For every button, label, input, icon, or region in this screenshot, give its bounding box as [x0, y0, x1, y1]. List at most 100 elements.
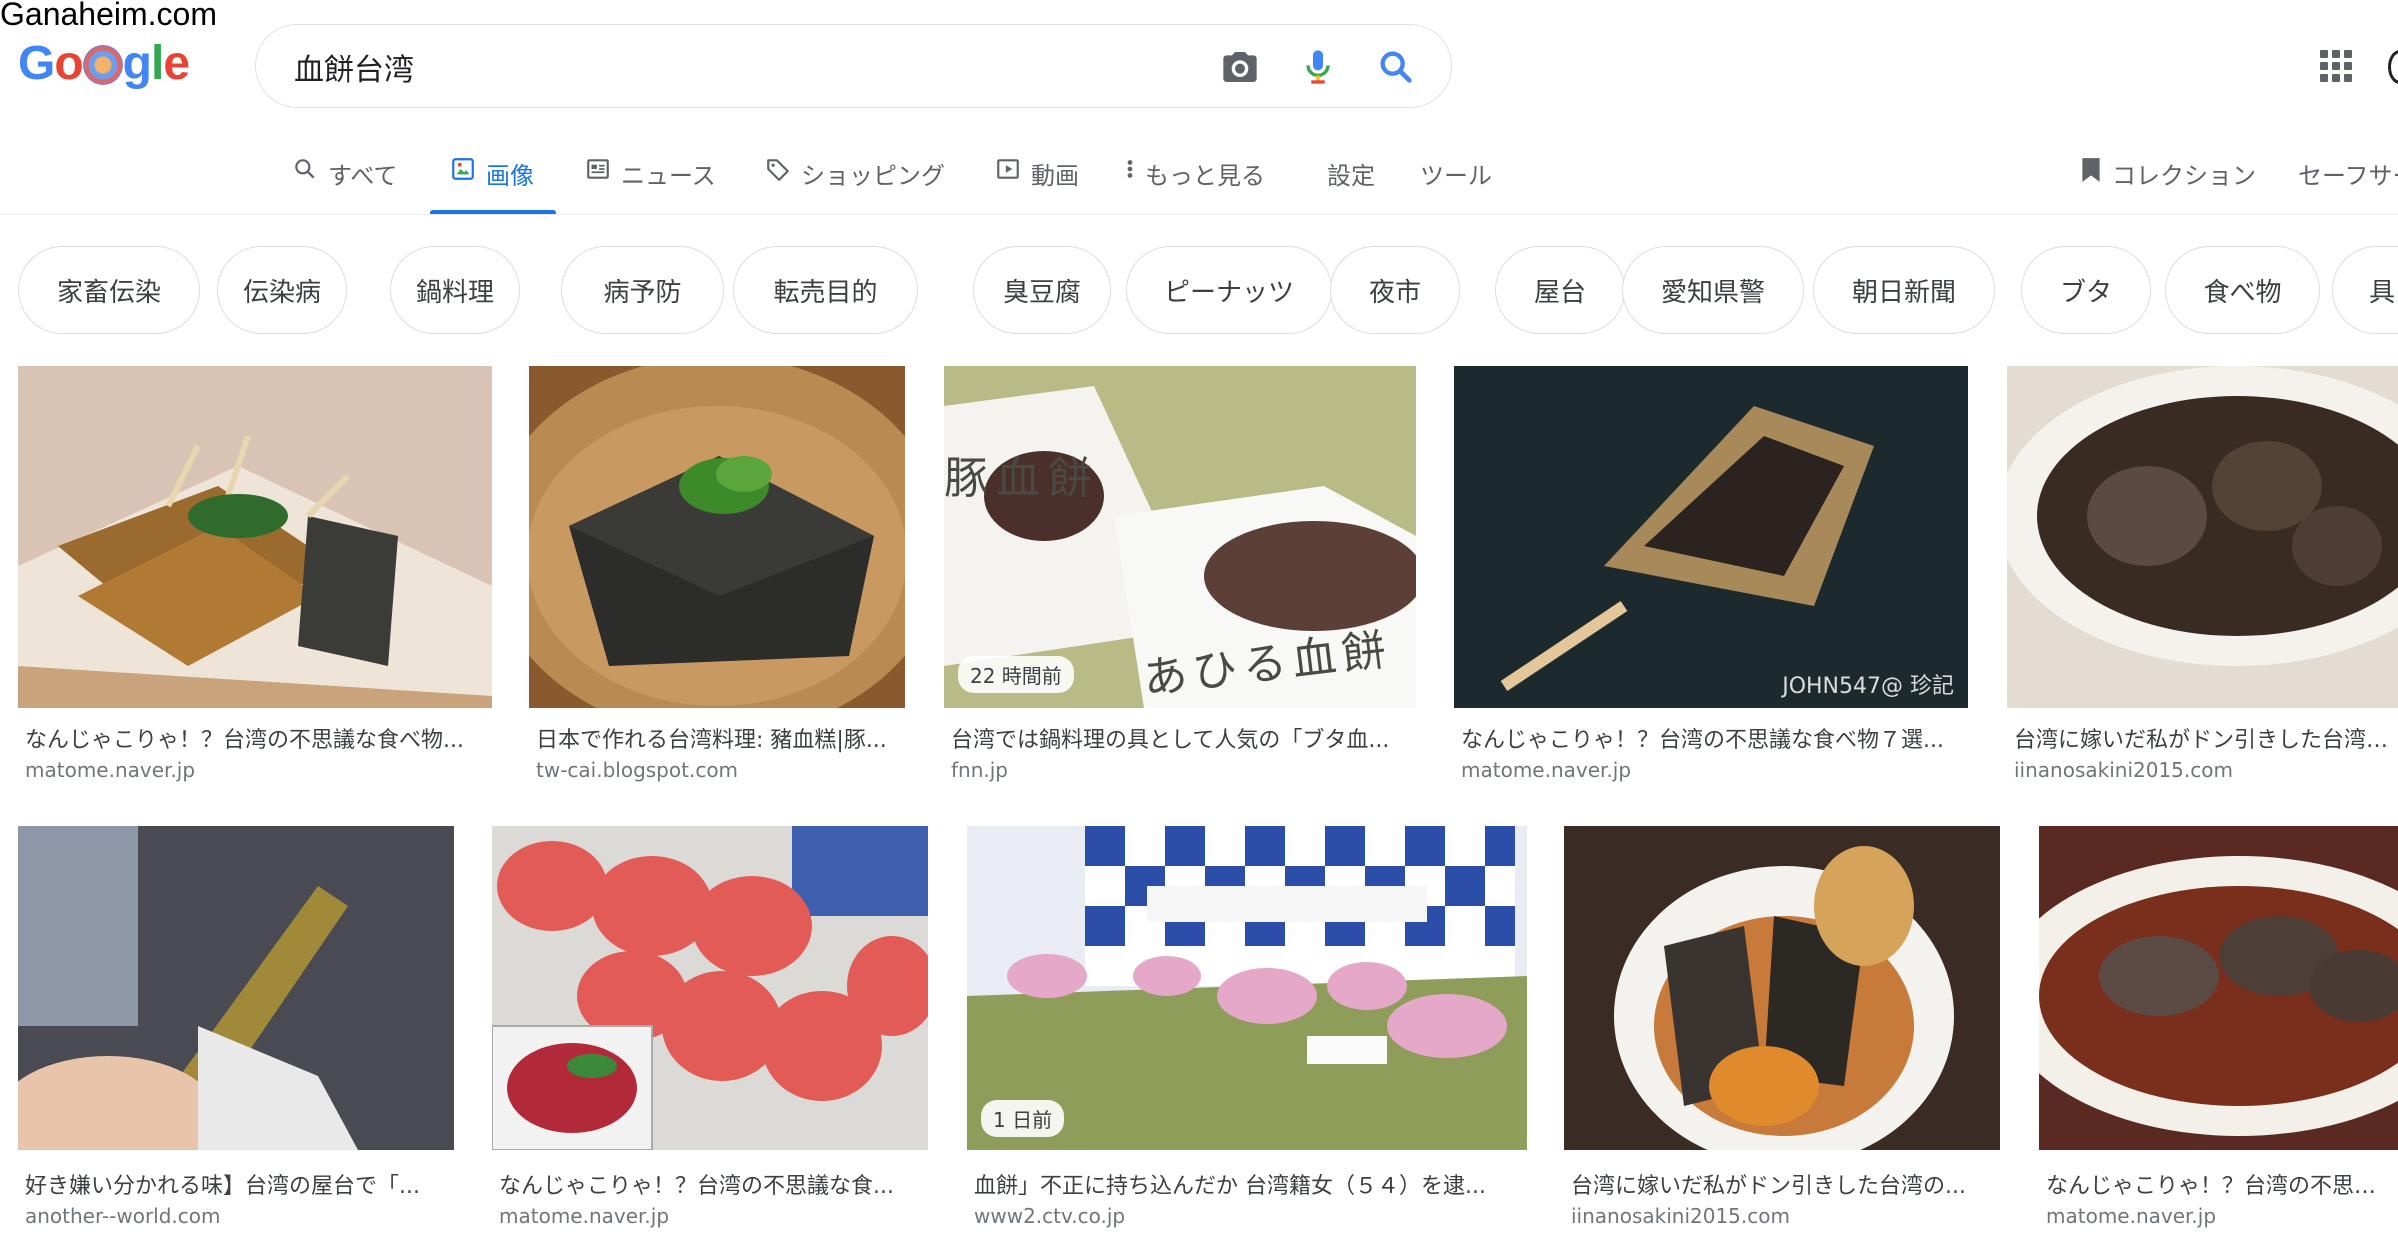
- result-source[interactable]: matome.naver.jp: [25, 758, 195, 782]
- chip[interactable]: 臭豆腐: [973, 246, 1111, 334]
- logo-letter: l: [151, 37, 164, 90]
- logo-letter: g: [122, 37, 152, 90]
- chip[interactable]: 伝染病: [217, 246, 347, 334]
- chip[interactable]: 具: [2332, 246, 2398, 334]
- apps-grid-icon[interactable]: [2320, 50, 2352, 82]
- search-tabs: すべて 画像 ニュース ショッピング 動画 もっと見る 設定 ツール コレクショ…: [0, 140, 2398, 215]
- result-source[interactable]: matome.naver.jp: [1461, 758, 1631, 782]
- logo-letter: G: [18, 37, 55, 90]
- tab-safesearch[interactable]: セーフサーチ: [2298, 156, 2398, 214]
- result-title[interactable]: なんじゃこりゃ！？台湾の不思議な食べ物７選...: [1461, 722, 1966, 754]
- result-source[interactable]: iinanosakini2015.com: [2014, 758, 2233, 782]
- image-icon: [452, 158, 474, 180]
- tab-news[interactable]: ニュース: [585, 156, 716, 214]
- food-photo: [2039, 826, 2398, 1150]
- result-thumbnail[interactable]: 1 日前: [967, 826, 1527, 1150]
- search-box[interactable]: [255, 24, 1452, 108]
- result-title[interactable]: 好き嫌い分かれる味】台湾の屋台で「...: [25, 1168, 450, 1200]
- logo-letter: o: [54, 37, 83, 90]
- tab-collections[interactable]: コレクション: [2080, 156, 2256, 214]
- avatar[interactable]: [2388, 50, 2398, 84]
- chip[interactable]: 病予防: [561, 246, 724, 334]
- result-thumbnail[interactable]: [2007, 366, 2398, 708]
- image-result[interactable]: 台湾に嫁いだ私がドン引きした台湾の... iinanosakini2015.co…: [2007, 366, 2398, 786]
- result-title[interactable]: 台湾では鍋料理の具として人気の「ブタ血...: [951, 722, 1416, 754]
- time-badge: 22 時間前: [958, 656, 1074, 693]
- chip[interactable]: 朝日新聞: [1813, 246, 1995, 334]
- result-source[interactable]: iinanosakini2015.com: [1571, 1204, 1790, 1228]
- image-text: JOHN547@ 珍記: [1782, 674, 1954, 699]
- result-thumbnail[interactable]: [1564, 826, 2000, 1150]
- image-result[interactable]: なんじゃこりゃ！？台湾の不思議な食... matome.naver.jp: [492, 826, 928, 1234]
- search-icon: [295, 159, 315, 179]
- result-title[interactable]: なんじゃこりゃ！？台湾の不思議な食べ物...: [25, 722, 490, 754]
- chip[interactable]: 家畜伝染: [18, 246, 200, 334]
- result-source[interactable]: tw-cai.blogspot.com: [536, 758, 738, 782]
- result-title[interactable]: 血餅」不正に持ち込んだか 台湾籍女（５４）を逮...: [974, 1168, 1526, 1200]
- chip[interactable]: ピーナッツ: [1126, 246, 1332, 334]
- result-source[interactable]: matome.naver.jp: [2046, 1204, 2216, 1228]
- food-photo: [1454, 366, 1968, 708]
- bookmark-icon: [2082, 158, 2100, 182]
- result-title[interactable]: 台湾に嫁いだ私がドン引きした台湾の...: [1571, 1168, 1996, 1200]
- tab-more[interactable]: もっと見る: [1125, 156, 1265, 214]
- image-result[interactable]: 日本で作れる台湾料理: 豬血糕|豚... tw-cai.blogspot.com: [529, 366, 905, 786]
- result-title[interactable]: なんじゃこりゃ！？台湾の不思議な食...: [499, 1168, 924, 1200]
- food-photo: [2007, 366, 2398, 708]
- tab-label: 動画: [1031, 162, 1079, 190]
- result-title[interactable]: なんじゃこりゃ！？台湾の不思議な食...: [2046, 1168, 2398, 1200]
- tab-videos[interactable]: 動画: [995, 156, 1079, 214]
- google-doodle-logo[interactable]: Go gle: [18, 36, 190, 91]
- result-thumbnail[interactable]: [18, 826, 454, 1150]
- tab-label: ショッピング: [801, 162, 945, 190]
- result-thumbnail[interactable]: [2039, 826, 2398, 1150]
- image-text: 豚血餅: [944, 453, 1100, 504]
- tab-label: 画像: [486, 162, 534, 190]
- news-icon: [587, 159, 609, 179]
- chip[interactable]: 転売目的: [733, 246, 918, 334]
- tab-label: すべて: [328, 162, 398, 190]
- image-result[interactable]: 台湾に嫁いだ私がドン引きした台湾の... iinanosakini2015.co…: [1564, 826, 2000, 1234]
- tab-label: コレクション: [2112, 162, 2256, 190]
- search-input[interactable]: [292, 43, 1096, 91]
- food-photo: [529, 366, 905, 708]
- tab-tools[interactable]: ツール: [1420, 156, 1492, 214]
- result-thumbnail[interactable]: 豚血餅 あひる血餅 22 時間前: [944, 366, 1416, 708]
- video-icon: [997, 159, 1019, 179]
- result-thumbnail[interactable]: [492, 826, 928, 1150]
- chip[interactable]: ブタ: [2021, 246, 2151, 334]
- chip[interactable]: 愛知県警: [1622, 246, 1804, 334]
- logo-letter: e: [163, 37, 190, 90]
- food-photo: [18, 366, 492, 708]
- tab-all[interactable]: すべて: [292, 156, 397, 214]
- microphone-icon[interactable]: [1298, 47, 1338, 87]
- result-title[interactable]: 台湾に嫁いだ私がドン引きした台湾の...: [2014, 722, 2398, 754]
- result-source[interactable]: matome.naver.jp: [499, 1204, 669, 1228]
- image-result[interactable]: JOHN547@ 珍記 なんじゃこりゃ！？台湾の不思議な食べ物７選... mat…: [1454, 366, 1968, 786]
- tab-settings[interactable]: 設定: [1327, 156, 1375, 214]
- image-result[interactable]: 豚血餅 あひる血餅 22 時間前 台湾では鍋料理の具として人気の「ブタ血... …: [944, 366, 1416, 786]
- image-result[interactable]: 1 日前 血餅」不正に持ち込んだか 台湾籍女（５４）を逮... www2.ctv…: [967, 826, 1527, 1234]
- chip[interactable]: 夜市: [1330, 246, 1460, 334]
- chip[interactable]: 屋台: [1495, 246, 1625, 334]
- camera-icon[interactable]: [1220, 47, 1260, 87]
- tab-label: ツール: [1420, 162, 1492, 190]
- tab-shopping[interactable]: ショッピング: [765, 156, 945, 214]
- result-thumbnail[interactable]: [18, 366, 492, 708]
- chip[interactable]: 鍋料理: [390, 246, 520, 334]
- image-result[interactable]: なんじゃこりゃ！？台湾の不思議な食べ物... matome.naver.jp: [18, 366, 492, 786]
- chip[interactable]: 食べ物: [2165, 246, 2320, 334]
- search-icon[interactable]: [1376, 47, 1416, 87]
- result-title[interactable]: 日本で作れる台湾料理: 豬血糕|豚...: [536, 722, 906, 754]
- result-source[interactable]: www2.ctv.co.jp: [974, 1204, 1125, 1228]
- image-result[interactable]: 好き嫌い分かれる味】台湾の屋台で「... another--world.com: [18, 826, 454, 1234]
- food-photo: [18, 826, 454, 1150]
- result-source[interactable]: another--world.com: [25, 1204, 221, 1228]
- food-photo: [492, 826, 928, 1150]
- image-result[interactable]: なんじゃこりゃ！？台湾の不思議な食... matome.naver.jp: [2039, 826, 2398, 1234]
- result-source[interactable]: fnn.jp: [951, 758, 1008, 782]
- tab-images[interactable]: 画像: [430, 156, 556, 214]
- site-label: Ganaheim.com: [0, 0, 217, 32]
- result-thumbnail[interactable]: JOHN547@ 珍記: [1454, 366, 1968, 708]
- result-thumbnail[interactable]: [529, 366, 905, 708]
